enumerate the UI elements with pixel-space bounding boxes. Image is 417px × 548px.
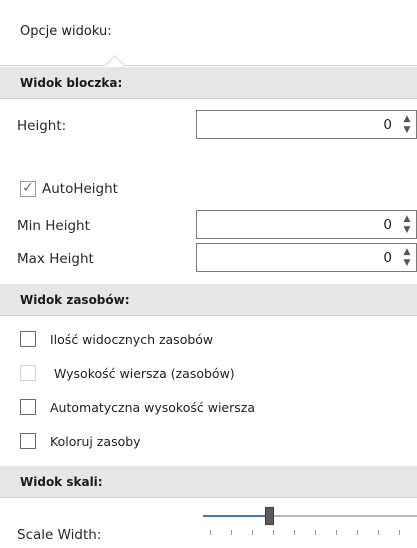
- max-height-spinner[interactable]: 0 ▲ ▼: [196, 243, 417, 272]
- spin-down-icon[interactable]: ▼: [400, 125, 414, 136]
- slider-tick: [294, 530, 295, 535]
- max-height-value: 0: [383, 250, 392, 266]
- slider-fill: [203, 515, 268, 517]
- slider-tick: [273, 530, 274, 535]
- slider-tick: [399, 530, 400, 535]
- auto-row-height-label[interactable]: Automatyczna wysokość wiersza: [50, 400, 255, 415]
- min-height-spin-arrows[interactable]: ▲ ▼: [400, 214, 414, 236]
- section-title-resources-view: Widok zasobów:: [20, 293, 130, 307]
- height-spinner[interactable]: 0 ▲ ▼: [196, 110, 417, 139]
- slider-tick: [315, 530, 316, 535]
- panel-title: Opcje widoku:: [20, 24, 112, 39]
- min-height-spinner[interactable]: 0 ▲ ▼: [196, 210, 417, 239]
- max-height-label: Max Height: [17, 251, 94, 267]
- slider-thumb[interactable]: [265, 507, 274, 525]
- spin-up-icon[interactable]: ▲: [400, 247, 414, 258]
- autoheight-label[interactable]: AutoHeight: [42, 181, 118, 197]
- section-header-resources-view: Widok zasobów:: [0, 284, 417, 316]
- height-spin-arrows[interactable]: ▲ ▼: [400, 114, 414, 136]
- view-options-header: Opcje widoku:: [0, 0, 417, 75]
- slider-tick: [336, 530, 337, 535]
- section-title-block-view: Widok bloczka:: [20, 76, 123, 90]
- row-height-checkbox: [20, 365, 36, 381]
- min-height-label: Min Height: [17, 218, 90, 234]
- spin-up-icon[interactable]: ▲: [400, 114, 414, 125]
- section-header-scale-view: Widok skali:: [0, 466, 417, 498]
- max-height-spin-arrows[interactable]: ▲ ▼: [400, 247, 414, 269]
- spin-up-icon[interactable]: ▲: [400, 214, 414, 225]
- row-height-label: Wysokość wiersza (zasobów): [54, 366, 235, 381]
- slider-tick: [357, 530, 358, 535]
- autoheight-checkbox[interactable]: ✓: [20, 180, 36, 197]
- slider-tick: [210, 530, 211, 535]
- height-label: Height:: [17, 118, 67, 134]
- spin-down-icon[interactable]: ▼: [400, 225, 414, 236]
- color-resources-label[interactable]: Koloruj zasoby: [50, 434, 141, 449]
- section-header-block-view: Widok bloczka:: [0, 67, 417, 99]
- slider-tick: [378, 530, 379, 535]
- scale-width-label: Scale Width:: [17, 527, 102, 543]
- auto-row-height-checkbox[interactable]: [20, 399, 36, 415]
- color-resources-checkbox[interactable]: [20, 433, 36, 449]
- visible-resources-count-label[interactable]: Ilość widocznych zasobów: [50, 332, 213, 347]
- visible-resources-count-checkbox[interactable]: [20, 331, 36, 347]
- min-height-value: 0: [383, 217, 392, 233]
- slider-tick: [252, 530, 253, 535]
- height-value: 0: [383, 117, 392, 133]
- slider-tick: [231, 530, 232, 535]
- check-icon: ✓: [22, 180, 34, 196]
- spin-down-icon[interactable]: ▼: [400, 258, 414, 269]
- section-title-scale-view: Widok skali:: [20, 475, 103, 489]
